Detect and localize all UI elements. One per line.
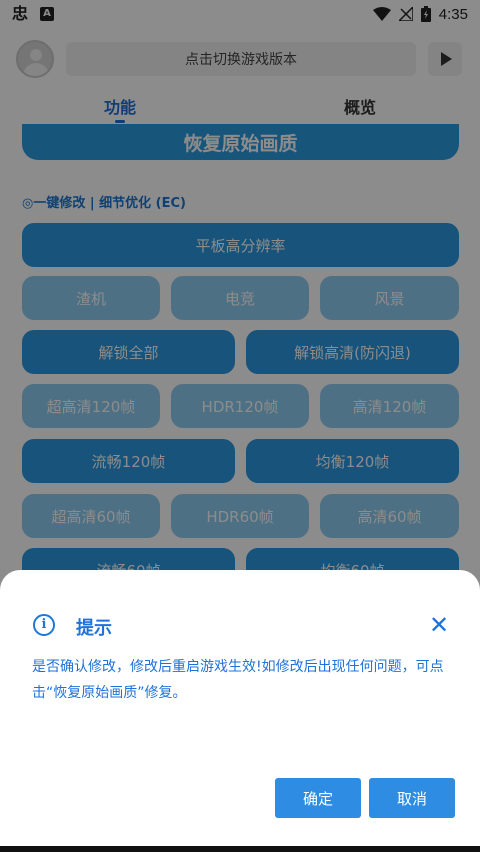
dialog-title: 提示 bbox=[76, 618, 112, 639]
cancel-button[interactable]: 取消 bbox=[369, 778, 455, 818]
close-icon[interactable]: ✕ bbox=[428, 613, 450, 637]
confirm-dialog: i 提示 ✕ 是否确认修改，修改后重启游戏生效!如修改后出现任何问题，可点击“恢… bbox=[0, 570, 480, 846]
dialog-message: 是否确认修改，修改后重启游戏生效!如修改后出现任何问题，可点击“恢复原始画质”修… bbox=[32, 659, 444, 701]
confirm-button[interactable]: 确定 bbox=[275, 778, 361, 818]
info-icon: i bbox=[33, 614, 55, 636]
navigation-bar bbox=[0, 846, 480, 852]
